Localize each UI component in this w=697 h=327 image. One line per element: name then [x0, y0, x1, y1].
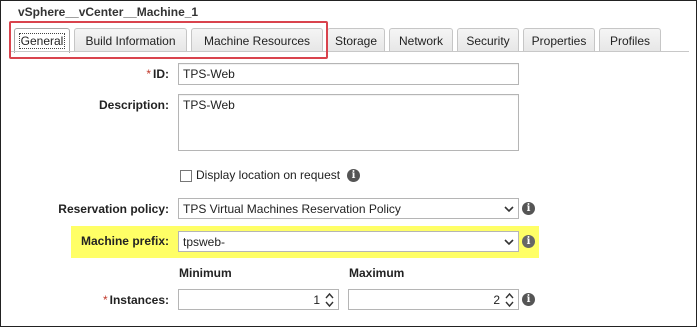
machine-prefix-select[interactable]: tpsweb-: [178, 231, 519, 252]
machine-prefix-value: tpsweb-: [183, 234, 226, 249]
tab-storage[interactable]: Storage: [327, 28, 385, 52]
description-field[interactable]: TPS-Web: [178, 94, 519, 151]
machine-prefix-label: Machine prefix:: [80, 234, 169, 248]
reservation-policy-value: TPS Virtual Machines Reservation Policy: [183, 201, 401, 216]
tabs-highlight-annotation: [9, 21, 328, 59]
spinner-arrows-icon[interactable]: [324, 291, 335, 309]
display-location-checkbox[interactable]: [180, 170, 192, 182]
tab-profiles[interactable]: Profiles: [599, 28, 661, 52]
tab-profiles-label: Profiles: [609, 33, 650, 48]
instances-label: * Instances:: [61, 293, 169, 307]
chevron-down-icon: [504, 239, 514, 246]
description-label: Description:: [98, 98, 169, 112]
tab-network-label: Network: [398, 33, 443, 48]
instances-maximum-value: 2: [493, 293, 500, 307]
id-label: * ID:: [61, 67, 169, 81]
tab-properties-label: Properties: [531, 33, 587, 48]
info-icon[interactable]: i: [347, 169, 360, 182]
info-icon[interactable]: i: [522, 202, 535, 215]
tab-storage-label: Storage: [334, 33, 378, 48]
id-field[interactable]: [178, 63, 519, 85]
maximum-header: Maximum: [349, 266, 405, 280]
chevron-down-icon: [504, 206, 514, 213]
id-label-text: ID:: [153, 67, 169, 81]
tab-network[interactable]: Network: [389, 28, 453, 52]
instances-maximum-stepper[interactable]: 2: [348, 289, 519, 310]
instances-minimum-value: 1: [313, 293, 320, 307]
info-icon[interactable]: i: [522, 293, 535, 306]
reservation-policy-select[interactable]: TPS Virtual Machines Reservation Policy: [178, 198, 519, 219]
id-required-mark: *: [146, 67, 151, 81]
minimum-header: Minimum: [179, 266, 232, 280]
instances-label-text: Instances:: [109, 293, 169, 307]
info-icon[interactable]: i: [522, 235, 535, 248]
spinner-arrows-icon[interactable]: [504, 291, 515, 309]
instances-required-mark: *: [102, 293, 108, 307]
tab-security[interactable]: Security: [457, 28, 519, 52]
instances-minimum-stepper[interactable]: 1: [178, 289, 339, 310]
dialog-frame: vSphere__vCenter__Machine_1 General Buil…: [0, 0, 697, 327]
window-title: vSphere__vCenter__Machine_1: [18, 5, 199, 19]
display-location-label: Display location on request: [196, 168, 341, 182]
tab-properties[interactable]: Properties: [523, 28, 595, 52]
tab-security-label: Security: [466, 33, 510, 48]
reservation-policy-label: Reservation policy:: [58, 202, 169, 216]
